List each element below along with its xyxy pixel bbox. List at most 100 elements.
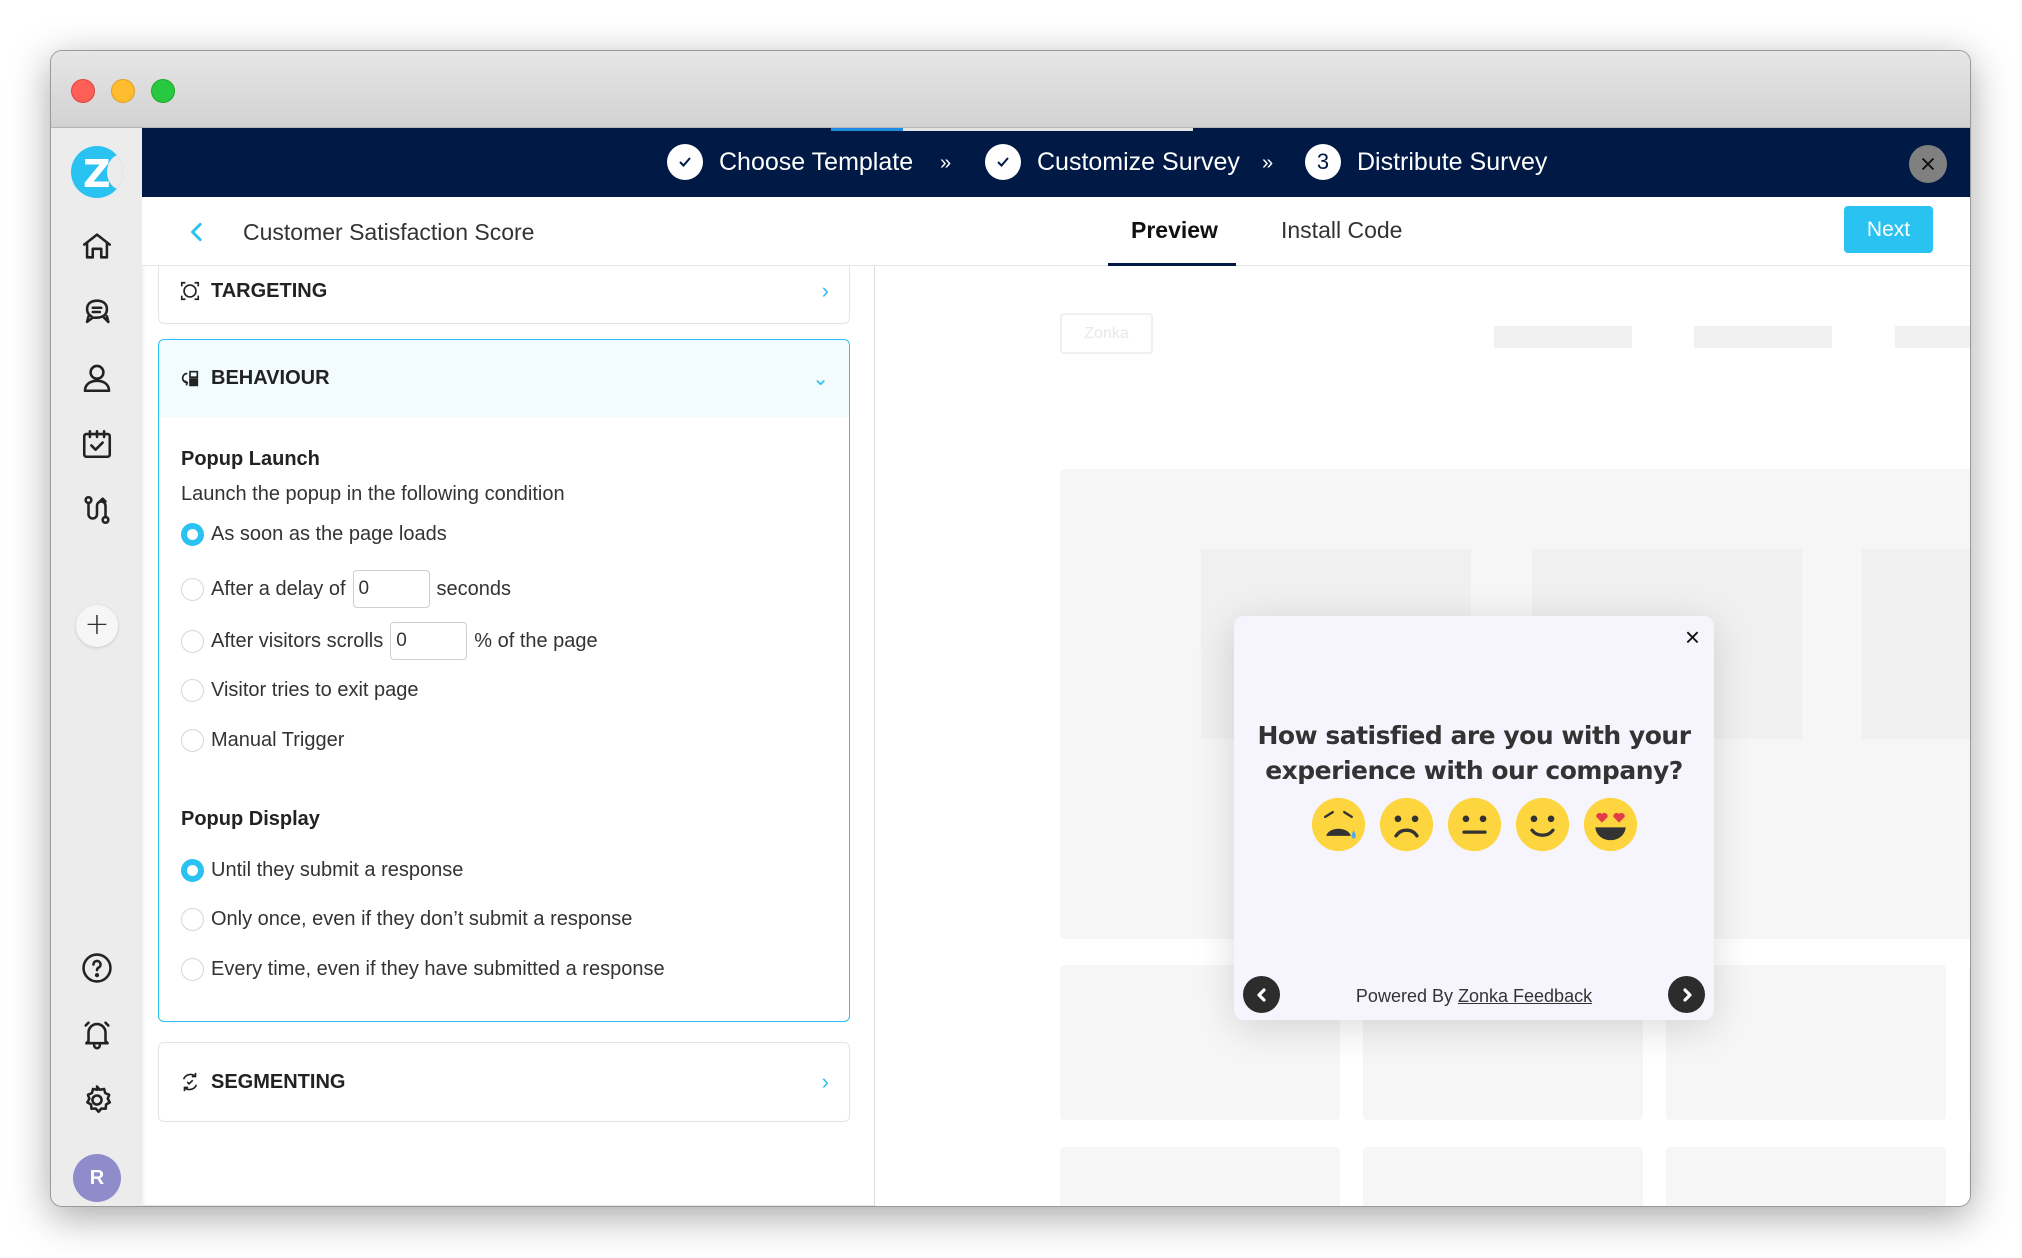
next-question-button[interactable] <box>1668 976 1705 1013</box>
panel-footer: Active <box>142 1205 874 1206</box>
powered-by: Powered By Zonka Feedback <box>1234 986 1714 1007</box>
settings-panel: TARGETING › BEHAVIOUR ⌄ Popup Launch Lau… <box>142 266 875 1206</box>
segmenting-icon <box>182 1072 198 1092</box>
emoji-rating-scale <box>1234 796 1714 853</box>
sidebar-item-help[interactable] <box>73 944 121 992</box>
survey-popup: × How satisfied are you with your experi… <box>1234 616 1714 1020</box>
placeholder-card <box>1969 965 1970 1120</box>
chevron-right-icon[interactable]: › <box>822 1069 829 1095</box>
chevron-down-icon[interactable]: ⌄ <box>812 366 829 391</box>
step-progress-fill <box>831 128 904 131</box>
display-option-once[interactable]: Only once, even if they don’t submit a r… <box>181 908 632 931</box>
radio-button[interactable] <box>181 679 204 702</box>
tab-install-code[interactable]: Install Code <box>1281 217 1402 244</box>
radio-button[interactable] <box>181 859 204 882</box>
help-icon <box>82 953 112 983</box>
launch-option-page-load[interactable]: As soon as the page loads <box>181 523 447 546</box>
close-window-button[interactable] <box>71 79 95 103</box>
close-button[interactable] <box>1909 145 1947 183</box>
calendar-check-icon <box>82 429 112 459</box>
logo-letter: Z <box>83 152 111 196</box>
behaviour-section: BEHAVIOUR ⌄ Popup Launch Launch the popu… <box>158 339 850 1022</box>
minimize-window-button[interactable] <box>111 79 135 103</box>
step-label: Customize Survey <box>1037 147 1240 176</box>
display-option-until-submit[interactable]: Until they submit a response <box>181 859 463 882</box>
preview-site-logo: Zonka <box>1060 313 1153 354</box>
launch-option-exit-intent[interactable]: Visitor tries to exit page <box>181 679 419 702</box>
launch-option-scroll[interactable]: After visitors scrolls % of the page <box>181 622 598 660</box>
user-avatar[interactable]: R <box>73 1154 121 1202</box>
step-choose-template[interactable]: Choose Template <box>667 141 913 183</box>
sidebar-item-workflows[interactable] <box>73 486 121 534</box>
very-dissatisfied-emoji-icon[interactable] <box>1310 796 1367 853</box>
chevron-right-icon[interactable]: › <box>822 278 829 304</box>
option-label: Manual Trigger <box>211 729 345 751</box>
popup-launch-title: Popup Launch <box>181 448 320 470</box>
option-label: After visitors scrolls <box>211 629 384 652</box>
segmenting-header[interactable]: SEGMENTING › <box>159 1043 849 1121</box>
next-button[interactable]: Next <box>1844 206 1933 253</box>
neutral-emoji-icon[interactable] <box>1446 796 1503 853</box>
scroll-percent-input[interactable] <box>390 622 468 660</box>
step-done-badge <box>667 144 703 180</box>
title-bar <box>51 51 1970 128</box>
bell-icon <box>84 1021 110 1050</box>
placeholder-block <box>1862 549 1970 739</box>
popup-close-button[interactable]: × <box>1685 622 1700 653</box>
step-separator-icon: » <box>1262 152 1274 174</box>
targeting-section[interactable]: TARGETING › <box>158 266 850 324</box>
targeting-header[interactable]: TARGETING › <box>159 266 849 323</box>
option-label: After a delay of <box>211 577 346 600</box>
option-label: Only once, even if they don’t submit a r… <box>211 908 633 930</box>
sidebar-item-conversations[interactable] <box>73 288 121 336</box>
placeholder-card <box>1666 1147 1946 1206</box>
segmenting-label: SEGMENTING <box>211 1070 346 1093</box>
radio-button[interactable] <box>181 577 204 601</box>
option-label: Every time, even if they have submitted … <box>211 958 665 980</box>
step-navigation: Choose Template » Customize Survey » 3 D… <box>142 128 1970 197</box>
satisfied-emoji-icon[interactable] <box>1514 796 1571 853</box>
powered-by-prefix: Powered By <box>1355 986 1453 1006</box>
step-customize-survey[interactable]: Customize Survey <box>985 141 1240 183</box>
add-button[interactable]: + <box>76 605 118 647</box>
tab-preview[interactable]: Preview <box>1131 217 1218 244</box>
segmenting-section[interactable]: SEGMENTING › <box>158 1042 850 1122</box>
radio-button[interactable] <box>181 958 204 981</box>
check-icon <box>679 157 691 167</box>
placeholder-nav-item <box>1494 326 1632 348</box>
user-icon <box>83 364 111 393</box>
display-option-every-time[interactable]: Every time, even if they have submitted … <box>181 958 665 981</box>
popup-display-title: Popup Display <box>181 808 320 830</box>
sidebar-item-settings[interactable] <box>73 1076 121 1124</box>
launch-option-delay[interactable]: After a delay of seconds <box>181 570 511 608</box>
close-icon <box>1921 157 1935 171</box>
placeholder-card <box>1060 1147 1340 1206</box>
sidebar-item-home[interactable] <box>73 222 121 270</box>
launch-option-manual[interactable]: Manual Trigger <box>181 729 344 752</box>
step-done-badge <box>985 144 1021 180</box>
step-distribute-survey[interactable]: 3 Distribute Survey <box>1305 141 1547 183</box>
targeting-label: TARGETING <box>211 279 328 302</box>
very-satisfied-emoji-icon[interactable] <box>1582 796 1639 853</box>
step-label: Distribute Survey <box>1357 147 1548 176</box>
dissatisfied-emoji-icon[interactable] <box>1378 796 1435 853</box>
sidebar-item-tasks[interactable] <box>73 420 121 468</box>
maximize-window-button[interactable] <box>151 79 175 103</box>
sidebar-item-contacts[interactable] <box>73 354 121 402</box>
check-icon <box>997 157 1009 167</box>
radio-button[interactable] <box>181 908 204 931</box>
step-separator-icon: » <box>940 152 952 174</box>
radio-button[interactable] <box>181 523 204 546</box>
placeholder-card <box>1969 1147 1970 1206</box>
zonka-feedback-link[interactable]: Zonka Feedback <box>1458 986 1592 1006</box>
delay-seconds-input[interactable] <box>352 570 430 608</box>
target-icon <box>180 281 200 301</box>
app-window: Z + R Choose Template » Customize Survey… <box>50 50 1971 1207</box>
sidebar-item-notifications[interactable] <box>73 1010 121 1058</box>
app-logo[interactable]: Z <box>71 146 123 198</box>
behaviour-header[interactable]: BEHAVIOUR ⌄ <box>159 340 849 417</box>
survey-question: How satisfied are you with your experien… <box>1257 721 1691 785</box>
radio-button[interactable] <box>181 629 204 653</box>
back-button[interactable] <box>186 219 208 252</box>
radio-button[interactable] <box>181 729 204 752</box>
